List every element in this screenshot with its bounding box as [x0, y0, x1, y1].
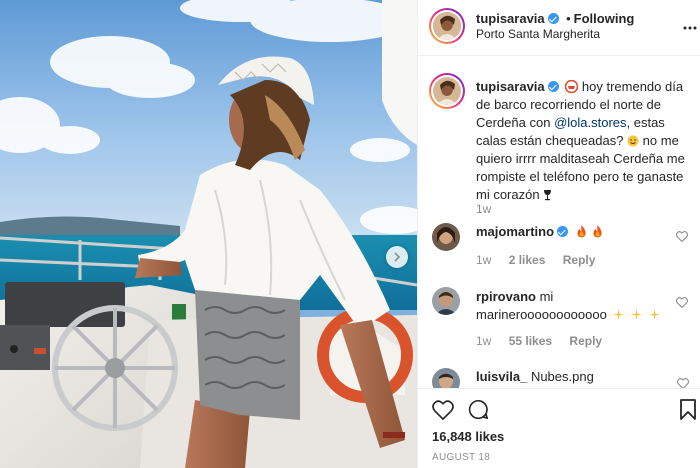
- fire-emoji-icon: [593, 225, 602, 238]
- sparkles-emoji-icon: [613, 309, 625, 320]
- author-avatar[interactable]: [433, 12, 461, 40]
- author-avatar-ring[interactable]: [429, 8, 465, 44]
- header-separator: •: [566, 11, 571, 26]
- likes-count[interactable]: 16,848 likes: [432, 429, 504, 444]
- more-options-button[interactable]: [683, 18, 697, 36]
- like-button[interactable]: [432, 400, 454, 425]
- caption-mention-link[interactable]: @lola.stores: [554, 115, 626, 130]
- comment-meta: 1w 2 likes Reply: [476, 253, 595, 267]
- avatar-image: [433, 77, 461, 105]
- comment-username[interactable]: luisvila_: [476, 369, 527, 384]
- comment-username[interactable]: majomartino: [476, 224, 554, 239]
- verified-badge-icon: [547, 81, 559, 92]
- comment-text: Nubes.png: [530, 369, 594, 384]
- heart-icon: [432, 400, 454, 421]
- comment-button[interactable]: [468, 399, 489, 425]
- post-caption: tupisaravia hoy tremendo día de barco re…: [476, 78, 691, 204]
- caption-avatar[interactable]: [433, 77, 461, 105]
- sparkles-emoji-icon: [631, 309, 643, 320]
- heart-icon: [675, 297, 689, 309]
- caption-avatar-ring[interactable]: [429, 73, 465, 109]
- location-link[interactable]: Porto Santa Margherita: [476, 27, 600, 41]
- wine-glass-emoji-icon: [544, 190, 552, 201]
- avatar-image: [432, 368, 460, 388]
- comment-reply-button[interactable]: Reply: [563, 253, 596, 267]
- comment-row: luisvila_ Nubes.png: [476, 369, 594, 385]
- photo-image: [0, 0, 417, 468]
- comment-like-button[interactable]: [675, 295, 689, 313]
- caption-timestamp[interactable]: 1w: [476, 202, 491, 216]
- comment-likes[interactable]: 2 likes: [509, 253, 546, 267]
- post-date[interactable]: August 18: [432, 452, 490, 463]
- smiling-face-emoji-icon: [627, 135, 639, 147]
- comment-like-button[interactable]: [676, 376, 690, 388]
- avatar-image: [432, 223, 460, 251]
- save-button[interactable]: [680, 399, 696, 425]
- avatar-image: [433, 12, 461, 40]
- fire-emoji-icon: [577, 225, 586, 238]
- avatar-image: [432, 287, 460, 315]
- comment-avatar[interactable]: [432, 287, 460, 315]
- following-button[interactable]: Following: [574, 11, 635, 26]
- comment-avatar[interactable]: [432, 223, 460, 251]
- post-side-panel: tupisaravia • Following Porto Santa Margh…: [417, 0, 700, 468]
- caption-username[interactable]: tupisaravia: [476, 79, 545, 94]
- ship-emoji-icon: [565, 79, 579, 94]
- comment-meta: 1w 55 likes Reply: [476, 334, 602, 348]
- post-header: tupisaravia • Following Porto Santa Margh…: [418, 0, 700, 56]
- comment-icon: [468, 399, 489, 420]
- bookmark-icon: [680, 399, 696, 420]
- comment-like-button[interactable]: [675, 229, 689, 247]
- comment-username[interactable]: rpirovano: [476, 289, 536, 304]
- next-photo-button[interactable]: [386, 246, 408, 268]
- heart-icon: [675, 231, 689, 243]
- comment-timestamp[interactable]: 1w: [476, 334, 491, 348]
- verified-badge-icon: [557, 226, 569, 237]
- comment-row: rpirovano mi marineroooooooooooo: [476, 288, 676, 324]
- comment-partial-row: luisvila_ Nubes.png: [418, 360, 700, 388]
- comment-reply-button[interactable]: Reply: [569, 334, 602, 348]
- heart-icon: [676, 378, 690, 388]
- chevron-right-icon: [394, 252, 401, 262]
- post-photo[interactable]: [0, 0, 417, 468]
- author-username[interactable]: tupisaravia: [476, 11, 545, 26]
- comment-likes[interactable]: 55 likes: [509, 334, 552, 348]
- verified-badge-icon: [547, 13, 559, 24]
- header-title-row: tupisaravia • Following: [476, 11, 676, 27]
- comment-avatar[interactable]: [432, 368, 460, 388]
- sparkles-emoji-icon: [648, 309, 660, 320]
- comment-row: majomartino: [476, 224, 603, 240]
- more-options-icon: [683, 26, 697, 30]
- comment-timestamp[interactable]: 1w: [476, 253, 491, 267]
